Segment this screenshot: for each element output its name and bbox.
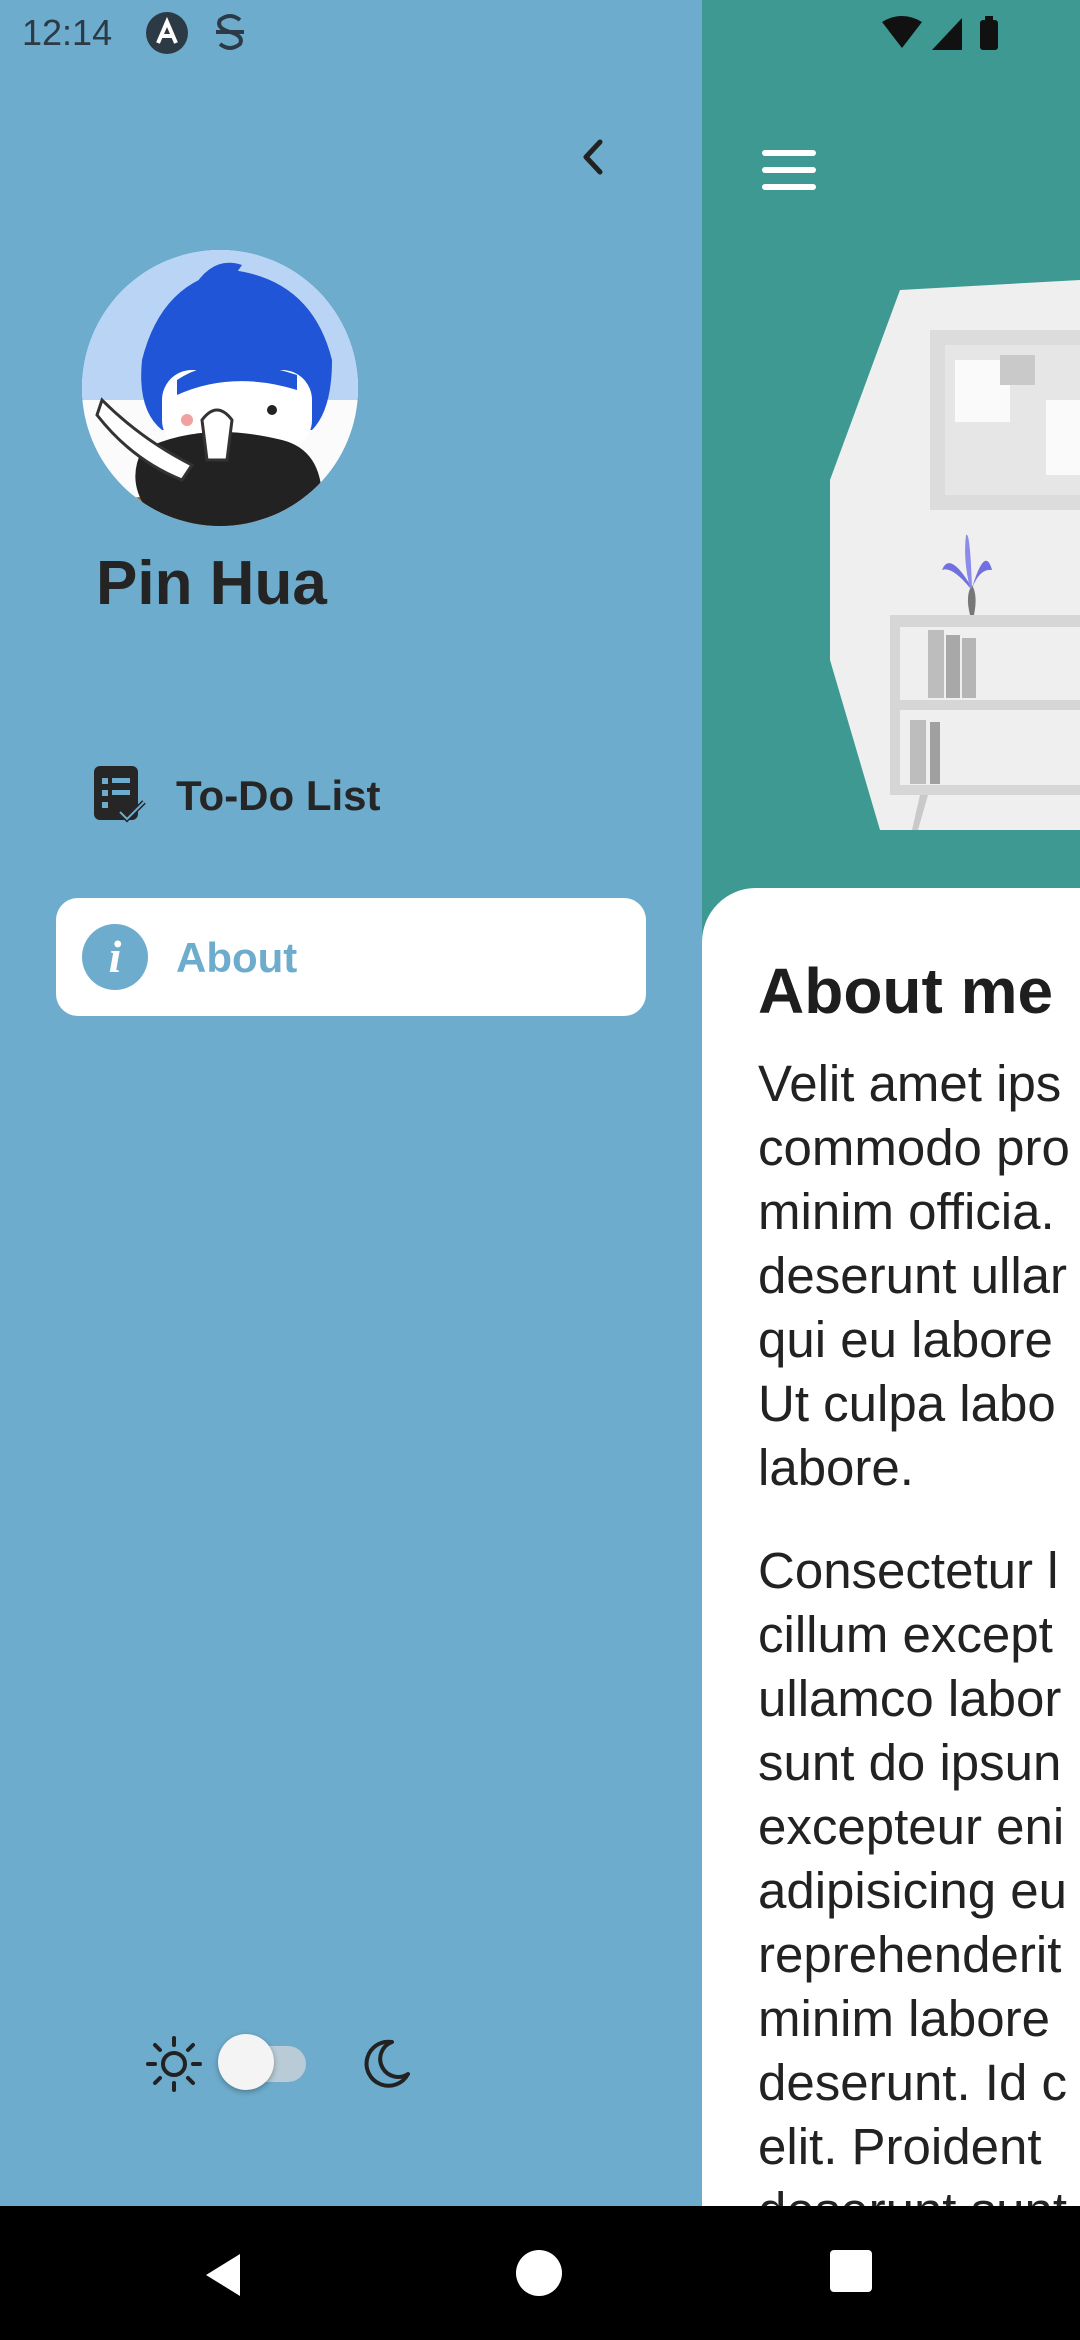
info-icon: i [82, 924, 148, 990]
theme-toggle [146, 2030, 426, 2100]
system-status-icons [882, 16, 998, 50]
status-time: 12:14 [22, 12, 113, 53]
battery-icon [980, 20, 998, 50]
navigation-drawer: Pin Hua To-Do List i About [0, 0, 702, 2206]
user-name: Pin Hua [96, 549, 327, 618]
app-a-icon [146, 12, 188, 54]
paragraph-2: Consectetur l cillum except ullamco labo… [758, 1542, 1068, 2206]
home-button[interactable] [516, 2250, 562, 2296]
switch-knob[interactable] [218, 2034, 274, 2090]
sun-icon [146, 2036, 202, 2092]
checklist-icon [94, 766, 146, 823]
status-bar: 12:14 [0, 0, 1080, 66]
paragraph-1: Velit amet ips commodo pro minim officia… [758, 1055, 1070, 1496]
drawer-item-about[interactable]: i About [56, 898, 646, 1016]
content-card: About me Velit amet ips commodo pro mini… [702, 888, 1080, 2206]
moon-icon [364, 2039, 410, 2088]
drawer-item-todo-list[interactable]: To-Do List [56, 748, 646, 840]
menu-icon[interactable] [758, 146, 822, 194]
wifi-icon [882, 16, 922, 48]
drawer-item-label: About [176, 934, 298, 981]
section-title: About me [758, 955, 1054, 1027]
drawer-item-label: To-Do List [176, 772, 381, 819]
back-button[interactable] [200, 2250, 250, 2300]
chevron-left-icon[interactable] [572, 136, 614, 178]
recents-button[interactable] [830, 2250, 872, 2292]
avatar [82, 250, 358, 526]
room-illustration [830, 280, 1080, 830]
system-navigation-bar [0, 2206, 1080, 2340]
s-icon [216, 14, 244, 50]
signal-icon [932, 18, 962, 50]
